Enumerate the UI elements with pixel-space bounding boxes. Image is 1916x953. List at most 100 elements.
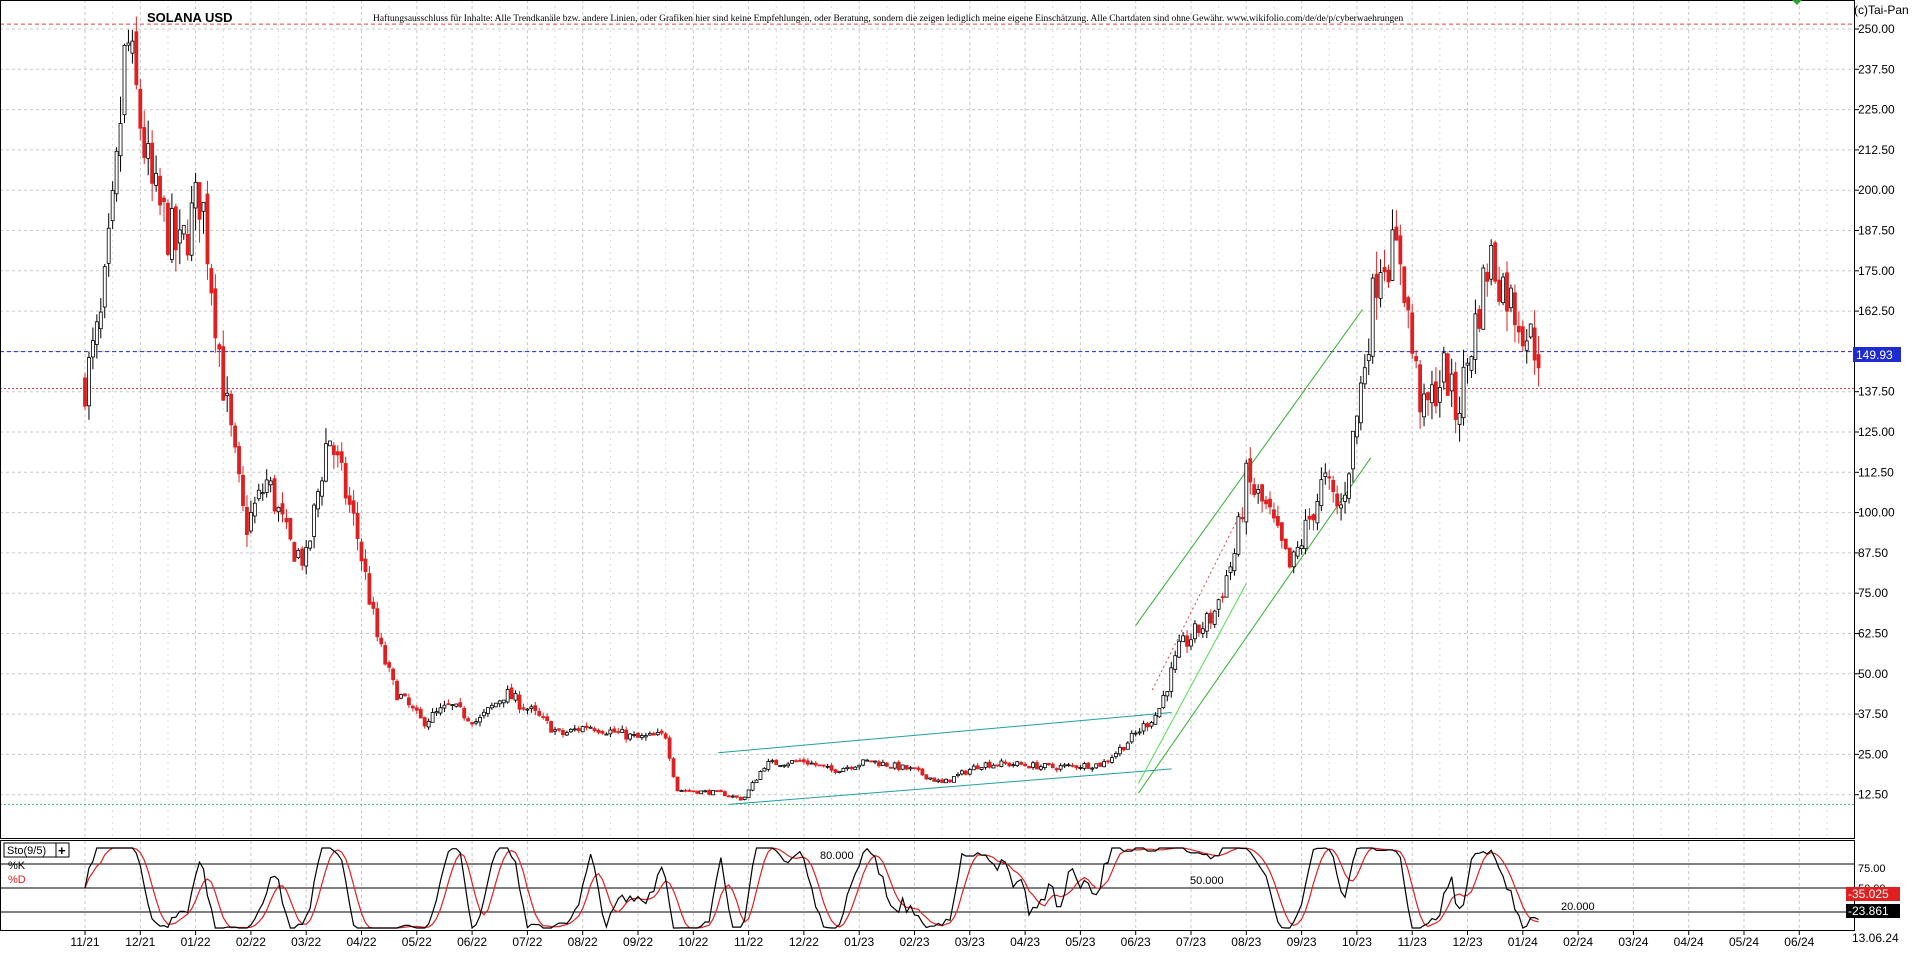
candle-body [399,694,403,699]
candle-body [1169,667,1174,692]
candle-body [1418,364,1422,413]
candle-body [1339,504,1343,509]
candle-body [1516,325,1521,333]
candle-body [1453,371,1458,420]
candle-body [363,558,368,573]
candle-body [1177,640,1182,658]
candle-body [738,797,743,801]
candle-body [288,518,293,540]
k-value: -35.025 [1848,887,1889,901]
candle-body [189,202,194,256]
candle-body [928,777,933,780]
candle-body [497,700,502,705]
candle-body [181,224,186,235]
candle-body [252,502,257,517]
candle-body [1062,764,1067,767]
candle-body [1212,610,1217,625]
candle-body [158,175,162,206]
candle-body [742,796,747,800]
candle-body [1208,612,1213,624]
y-tick-label: 200.00 [1858,183,1895,197]
candle-body [869,760,873,763]
candle-body [1129,732,1134,743]
candle-body [1220,596,1225,599]
candle-body [470,722,475,725]
candle-body [1240,516,1245,520]
candle-body [529,706,534,709]
candle-body [888,766,893,769]
y-tick-label: 212.50 [1858,143,1895,157]
candle-body [395,680,399,701]
candle-body [1505,272,1509,312]
candle-body [612,728,617,733]
y-tick-label: 225.00 [1858,103,1895,117]
candle-body [1347,473,1351,499]
candle-body [430,712,435,723]
candle-body [1327,476,1332,479]
candle-body [1422,393,1426,418]
candle-body [229,393,234,426]
candle-body [205,193,210,265]
last-date-label: 13.06.24 [1852,931,1899,945]
candle-body [719,790,723,793]
candle-body [1248,458,1253,483]
candle-body [304,547,309,567]
candle-body [1358,382,1363,424]
candle-body [924,774,929,780]
candle-body [335,451,340,456]
candle-body [91,340,95,358]
x-tick-label: 01/23 [844,935,874,948]
candle-body [730,795,735,798]
candle-body [1149,722,1154,727]
candle-body [691,790,696,793]
y-tick-label: 237.50 [1858,62,1895,76]
candle-body [952,776,956,783]
candle-body [414,707,419,711]
chart-title: SOLANA USD [147,10,232,25]
candle-body [632,734,636,736]
candle-body [1414,356,1419,362]
candle-body [837,770,842,774]
candle-body [521,707,526,710]
candle-body [296,549,301,559]
candle-body [533,705,538,711]
candle-body [150,142,155,184]
candle-body [786,763,790,767]
x-tick-label: 12/22 [789,935,819,948]
candle-body [979,767,984,770]
candle-body [1035,762,1039,770]
candle-body [442,704,447,709]
candle-body [1303,519,1308,550]
candle-body [1050,763,1055,769]
candle-body [320,480,324,497]
candle-body [956,773,960,777]
candle-body [110,190,115,222]
x-tick-label: 05/23 [1065,935,1095,948]
x-tick-label: 08/23 [1231,935,1261,948]
candle-body [1252,484,1257,496]
candle-body [1441,352,1446,383]
candle-body [1528,323,1533,338]
candle-body [1410,312,1415,354]
candle-body [1513,292,1517,326]
candle-body [802,759,806,763]
candle-body [169,208,174,260]
y-tick-label: 62.50 [1858,627,1888,641]
candle-body [446,703,451,706]
candle-body [932,777,937,782]
candle-body [422,717,427,727]
candle-body [130,40,135,54]
candle-body [1200,628,1205,634]
candle-body [1228,566,1233,573]
x-tick-label: 11/23 [1398,935,1427,948]
candle-body [513,693,518,701]
candle-body [1390,229,1395,281]
candle-body [944,778,948,784]
candle-body [1287,547,1292,568]
candle-body [1173,655,1178,670]
candle-body [1189,639,1193,647]
candle-body [1244,462,1249,523]
candle-body [517,694,522,710]
y-tick-label: 250.00 [1858,22,1895,36]
candle-body [146,143,151,159]
